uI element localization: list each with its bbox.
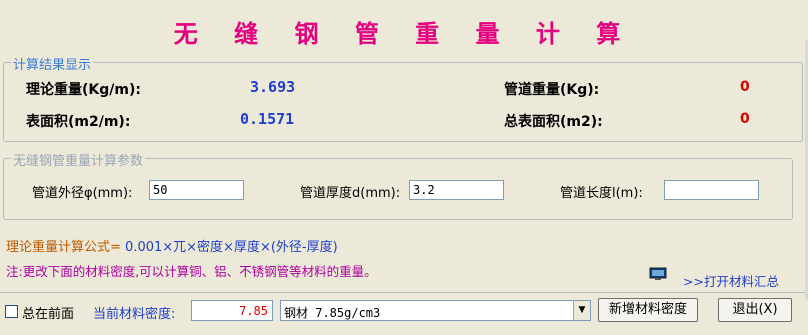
pipe-weight-value: 0 <box>740 79 750 95</box>
length-label: 管道长度l(m): <box>560 186 643 201</box>
formula-expression: 0.001×兀×密度×厚度×(外径-厚度) <box>125 240 338 255</box>
params-legend: 无缝钢管重量计算参数 <box>11 150 146 169</box>
exit-button[interactable]: 退出(X) <box>718 298 792 322</box>
always-on-top-label: 总在前面 <box>22 307 75 322</box>
results-legend: 计算结果显示 <box>11 54 94 73</box>
theory-weight-label: 理论重量(Kg/m): <box>26 82 141 98</box>
surface-area-value: 0.1571 <box>240 110 295 128</box>
material-note: 注:更改下面的材料密度,可以计算铜、铝、不锈钢管等材料的重量。 <box>6 264 377 279</box>
thickness-input[interactable]: 3.2 <box>409 180 504 200</box>
always-on-top-checkbox[interactable] <box>5 305 18 318</box>
pipe-weight-label: 管道重量(Kg): <box>504 82 600 98</box>
density-input[interactable]: 7.85 <box>191 300 273 321</box>
outer-diameter-input[interactable]: 50 <box>149 180 244 200</box>
material-selected-value: 钢材 7.85g/cm3 <box>284 306 381 320</box>
material-select[interactable]: 钢材 7.85g/cm3 ▼ <box>280 300 591 321</box>
total-area-value: 0 <box>740 111 750 127</box>
theory-weight-value: 3.693 <box>250 78 296 96</box>
total-area-label: 总表面积(m2): <box>504 114 603 130</box>
surface-area-label: 表面积(m2/m): <box>26 114 131 130</box>
formula-label: 理论重量计算公式= <box>6 240 121 255</box>
outer-diameter-label: 管道外径φ(mm): <box>32 186 133 201</box>
chevron-down-icon[interactable]: ▼ <box>573 301 590 320</box>
open-materials-link[interactable]: >>打开材料汇总 <box>683 271 779 290</box>
page-title: 无 缝 钢 管 重 量 计 算 <box>173 19 635 48</box>
density-label: 当前材料密度: <box>93 307 176 322</box>
formula-line: 理论重量计算公式= 0.001×兀×密度×厚度×(外径-厚度) <box>6 236 338 255</box>
results-group: 计算结果显示 理论重量(Kg/m): 3.693 管道重量(Kg): 0 表面积… <box>3 54 803 142</box>
add-density-button[interactable]: 新增材料密度 <box>598 298 698 322</box>
length-input[interactable] <box>664 180 759 200</box>
thickness-label: 管道厚度d(mm): <box>300 186 401 201</box>
monitor-icon[interactable] <box>649 267 667 281</box>
params-group: 无缝钢管重量计算参数 管道外径φ(mm): 50 管道厚度d(mm): 3.2 … <box>3 150 793 220</box>
divider <box>0 292 808 293</box>
